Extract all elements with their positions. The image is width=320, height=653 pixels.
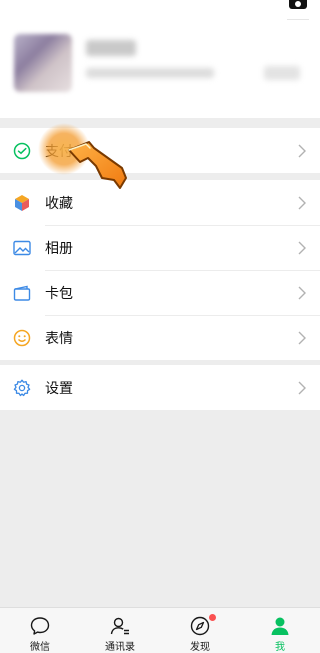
tab-chats[interactable]: 微信 [0, 608, 80, 653]
settings-group: 设置 [0, 365, 320, 410]
menu-item-cards[interactable]: 卡包 [0, 270, 320, 315]
chat-bubble-icon [30, 617, 50, 635]
profile-header[interactable] [0, 0, 320, 118]
chevron-right-icon [298, 196, 306, 210]
contacts-icon [110, 617, 129, 635]
tab-contacts[interactable]: 通讯录 [80, 608, 160, 653]
bottom-tab-bar: 微信 通讯录 发现 我 [0, 607, 320, 653]
chevron-right-icon [298, 144, 306, 158]
menu-item-favorites[interactable]: 收藏 [0, 180, 320, 225]
tab-label: 发现 [190, 642, 210, 653]
chevron-right-icon [298, 286, 306, 300]
menu-item-pay[interactable]: 支付 [0, 128, 320, 173]
notification-dot [209, 614, 216, 621]
menu-item-label: 支付 [45, 143, 73, 159]
cube-icon [15, 195, 29, 211]
smiley-icon [13, 329, 31, 347]
menu-item-album[interactable]: 相册 [0, 225, 320, 270]
person-icon [271, 617, 289, 635]
menu-item-label: 收藏 [45, 195, 73, 211]
features-group: 收藏 相册 卡包 表情 [0, 180, 320, 360]
pay-icon [13, 142, 31, 160]
avatar[interactable] [14, 34, 72, 92]
status-qr-blurred[interactable] [264, 66, 300, 80]
wallet-icon [13, 285, 31, 301]
menu-item-stickers[interactable]: 表情 [0, 315, 320, 360]
tab-me[interactable]: 我 [240, 608, 320, 653]
menu-item-label: 卡包 [45, 285, 73, 301]
compass-icon [190, 616, 210, 636]
pay-group: 支付 [0, 128, 320, 173]
gear-icon [13, 379, 31, 397]
top-camera-icon[interactable] [289, 0, 307, 9]
chevron-right-icon [298, 381, 306, 395]
tab-discover[interactable]: 发现 [160, 608, 240, 653]
menu-item-label: 设置 [45, 380, 73, 396]
top-divider [287, 19, 309, 20]
tab-label: 通讯录 [105, 642, 135, 653]
image-icon [13, 240, 31, 256]
chevron-right-icon [298, 241, 306, 255]
menu-item-label: 相册 [45, 240, 73, 256]
nickname-blurred [86, 40, 136, 56]
tab-label: 微信 [30, 642, 50, 653]
tab-label: 我 [275, 642, 285, 653]
wechat-id-blurred [86, 68, 214, 78]
menu-item-label: 表情 [45, 330, 73, 346]
menu-item-settings[interactable]: 设置 [0, 365, 320, 410]
chevron-right-icon [298, 331, 306, 345]
